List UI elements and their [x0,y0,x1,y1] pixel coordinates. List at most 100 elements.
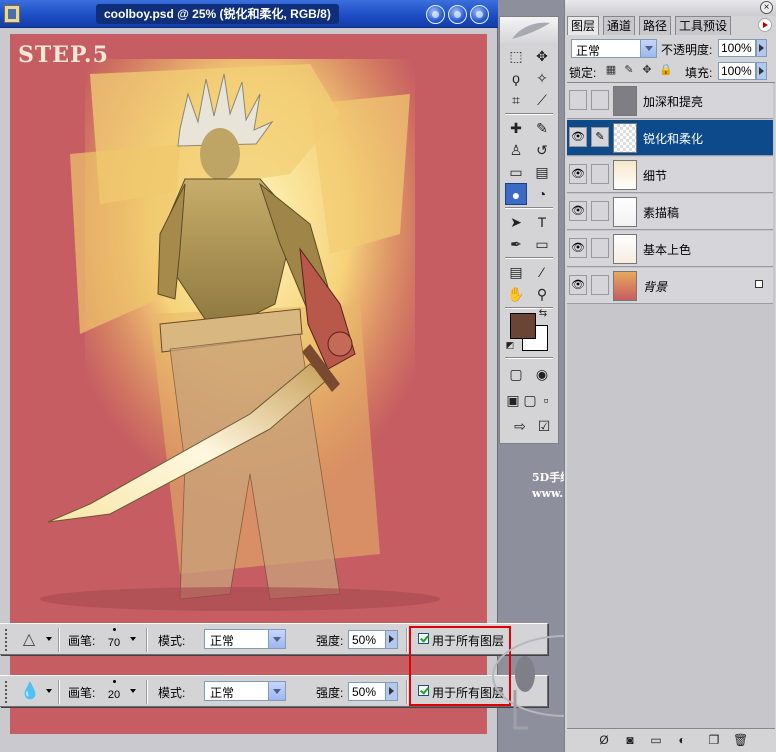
quick-mask-button[interactable]: ◉ [531,363,553,385]
gradient-tool[interactable]: ▤ [531,161,553,183]
layer-link-box[interactable] [591,90,609,110]
new-layer-icon[interactable]: ❐ [707,733,721,747]
tab-paths[interactable]: 路径 [639,16,672,35]
layer-mask-icon[interactable]: ◙ [623,733,637,747]
strength-slider-arrow[interactable] [385,631,397,648]
screen-mode-full-menu-button[interactable]: ▢ [522,389,538,411]
crop-tool[interactable]: ⌗ [505,89,527,111]
blend-mode-select[interactable]: 正常 [571,39,657,58]
image-canvas[interactable]: STEP.5 [10,34,487,614]
toolbox-header[interactable] [500,17,558,43]
layer-link-box[interactable] [591,238,609,258]
move-tool[interactable]: ✥ [531,45,553,67]
layer-link-box[interactable] [591,164,609,184]
lock-position-icon[interactable]: ✥ [641,64,653,76]
foreground-color-swatch[interactable] [510,313,536,339]
sharpen-icon[interactable]: △ [20,630,38,650]
blur-icon[interactable]: 💧 [20,682,40,702]
toolbox-separator [505,257,553,259]
opacity-label: 不透明度: [661,43,713,57]
layer-row[interactable]: 加深和提亮 [567,83,773,119]
close-button[interactable] [470,5,489,24]
tab-channels[interactable]: 通道 [603,16,636,35]
notes-tool[interactable]: ▤ [505,261,527,283]
brush-label: 画笔: [68,686,96,700]
layer-row[interactable]: 👁 ✎ 锐化和柔化 [567,120,773,156]
panel-titlebar[interactable]: × [565,0,776,16]
mode-select[interactable]: 正常 [204,681,286,701]
brush-picker-arrow[interactable] [130,689,136,693]
opacity-input[interactable]: 100% [718,39,756,57]
adjustment-layer-icon[interactable]: ◐ [675,733,689,747]
opacity-slider-arrow[interactable] [756,39,767,57]
fill-input[interactable]: 100% [718,62,756,80]
strength-slider-arrow[interactable] [385,683,397,700]
checkmark-icon[interactable]: ☑ [533,415,555,437]
brush-icon[interactable]: ✎ [591,127,609,147]
standard-mode-button[interactable]: ▢ [505,363,527,385]
brush-preview[interactable]: 20 [103,678,125,706]
brush-tool[interactable]: ✎ [531,117,553,139]
panel-menu-icon[interactable] [758,18,772,32]
jump-to-imageready-button[interactable]: ⇨ [505,415,535,437]
history-brush-tool[interactable]: ↺ [531,139,553,161]
chevron-down-icon[interactable] [640,40,656,57]
pen-tool[interactable]: ✒ [505,233,527,255]
layer-row[interactable]: 👁 基本上色 [567,231,773,267]
lock-pixels-icon[interactable]: ✎ [623,64,635,76]
options-bar-grip[interactable] [5,681,7,703]
blur-tool[interactable]: ● [505,183,527,205]
marquee-tool[interactable]: ⬚ [505,45,527,67]
dodge-tool[interactable]: ◔ [531,183,553,205]
brush-picker-arrow[interactable] [130,637,136,641]
fill-slider-arrow[interactable] [756,62,767,80]
zoom-tool[interactable]: ⚲ [531,283,553,305]
screen-mode-full-button[interactable]: ▫ [538,389,554,411]
eye-icon[interactable]: 👁 [569,238,587,258]
tab-tool-presets[interactable]: 工具预设 [675,16,732,35]
swap-colors-icon[interactable]: ⇆ [536,307,550,321]
minimize-button[interactable] [426,5,445,24]
options-bar-grip[interactable] [5,629,7,651]
tool-preset-arrow[interactable] [46,689,52,693]
tab-layers[interactable]: 图层 [567,16,600,35]
layer-style-icon[interactable]: Ø [597,733,611,747]
brush-preview[interactable]: 70 [103,626,125,654]
eraser-tool[interactable]: ▭ [505,161,527,183]
eye-icon[interactable]: 👁 [569,164,587,184]
trash-icon[interactable]: 🗑 [733,733,748,747]
new-group-icon[interactable]: ▭ [649,733,663,747]
clone-stamp-tool[interactable]: ♙ [505,139,527,161]
layer-link-box[interactable] [591,201,609,221]
slice-tool[interactable]: ⟋ [531,89,553,111]
lock-all-icon[interactable]: 🔒 [659,64,673,76]
chevron-down-icon[interactable] [268,630,285,648]
type-tool[interactable]: T [531,211,553,233]
screen-mode-standard-button[interactable]: ▣ [505,389,521,411]
tool-preset-arrow[interactable] [46,637,52,641]
layer-row[interactable]: 👁 细节 [567,157,773,193]
document-titlebar[interactable]: coolboy.psd @ 25% (锐化和柔化, RGB/8) [0,0,498,28]
maximize-button[interactable] [448,5,467,24]
eye-icon[interactable]: 👁 [569,201,587,221]
lock-transparency-icon[interactable]: ▦ [605,64,617,76]
hand-tool[interactable]: ✋ [505,283,527,305]
path-selection-tool[interactable]: ➤ [505,211,527,233]
layer-link-box[interactable] [591,275,609,295]
strength-input[interactable]: 50% [348,630,398,649]
eyedropper-tool[interactable]: ⁄ [531,261,553,283]
strength-input[interactable]: 50% [348,682,398,701]
eye-icon[interactable]: 👁 [569,275,587,295]
layer-row[interactable]: 👁 素描稿 [567,194,773,230]
chevron-down-icon[interactable] [268,682,285,700]
visibility-toggle[interactable] [569,90,587,110]
layer-row[interactable]: 👁 背景 [567,268,773,304]
close-icon[interactable]: × [760,1,773,14]
mode-select[interactable]: 正常 [204,629,286,649]
magic-wand-tool[interactable]: ✧ [531,67,553,89]
healing-brush-tool[interactable]: ✚ [505,117,527,139]
lasso-tool[interactable]: ϙ [505,67,527,89]
shape-tool[interactable]: ▭ [531,233,553,255]
eye-icon[interactable]: 👁 [569,127,587,147]
default-colors-icon[interactable]: ◩ [504,339,516,351]
